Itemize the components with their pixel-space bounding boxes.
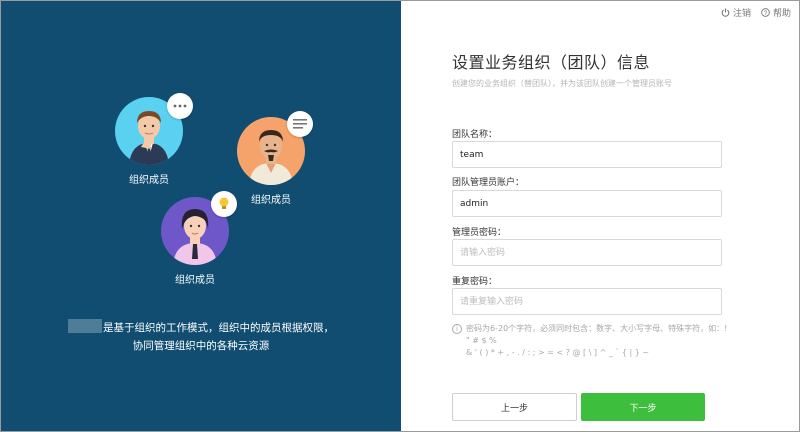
svg-text:?: ? [764, 10, 768, 17]
app-window: 组织成员 组织成员 组织成员 是基于组织的工作模式，组织中的成员根据权限， 协同… [0, 0, 800, 432]
prev-step-button[interactable]: 上一步 [452, 393, 577, 421]
next-step-button[interactable]: 下一步 [581, 393, 705, 421]
admin-account-label: 团队管理员账户： [452, 178, 525, 188]
member-label: 组织成员 [175, 275, 215, 286]
description-line-1: 是基于组织的工作模式，组织中的成员根据权限， [103, 322, 334, 334]
member-label: 组织成员 [129, 175, 169, 186]
page-subtitle: 创建您的业务组织（替团队），并为该团队创建一个管理员账号 [452, 79, 672, 88]
power-icon [721, 8, 730, 17]
form-panel: 注销 ? 帮助 设置业务组织（团队）信息 创建您的业务组织（替团队），并为该团队… [401, 1, 799, 431]
admin-password-label: 管理员密码： [452, 228, 507, 238]
top-links: 注销 ? 帮助 [721, 6, 791, 19]
password-hint: i 密码为6-20个字符，必须同时包含：数字、大小写字母、特殊字符，如：! " … [452, 323, 732, 359]
help-link[interactable]: ? 帮助 [761, 6, 791, 19]
page-title: 设置业务组织（团队）信息 [452, 53, 651, 72]
admin-password-input[interactable] [452, 239, 722, 266]
member-card-2: 组织成员 [237, 111, 313, 206]
team-name-label: 团队名称： [452, 130, 498, 140]
hint-line-2: & ' ( ) * + , - . / : ; > = < ? @ [ \ ] … [466, 348, 650, 357]
intro-description: 是基于组织的工作模式，组织中的成员根据权限， 协同管理组织中的各种云资源 [1, 319, 401, 355]
logout-link[interactable]: 注销 [721, 6, 751, 19]
message-lines-bubble-icon [287, 111, 313, 137]
repeat-password-input[interactable] [452, 288, 722, 315]
logout-label: 注销 [732, 9, 751, 19]
ellipsis-bubble-icon [167, 93, 193, 119]
team-name-input[interactable] [452, 141, 722, 168]
info-icon: i [452, 324, 462, 334]
redacted-product-name [68, 319, 102, 333]
businessman-avatar-icon [115, 93, 193, 165]
hint-line-1: 密码为6-20个字符，必须同时包含：数字、大小写字母、特殊字符，如：! " # … [466, 324, 728, 345]
mustache-man-avatar-icon [237, 111, 313, 185]
description-line-2: 协同管理组织中的各种云资源 [132, 340, 270, 352]
help-icon: ? [761, 8, 770, 17]
member-card-3: 组织成员 [161, 191, 237, 286]
member-card-1: 组织成员 [115, 93, 193, 186]
lightbulb-bubble-icon [211, 191, 237, 217]
repeat-password-label: 重复密码： [452, 277, 498, 287]
member-label: 组织成员 [251, 195, 291, 206]
help-label: 帮助 [772, 9, 791, 19]
woman-avatar-icon [161, 191, 237, 265]
admin-account-input[interactable] [452, 190, 722, 217]
intro-panel: 组织成员 组织成员 组织成员 是基于组织的工作模式，组织中的成员根据权限， 协同… [1, 1, 401, 431]
